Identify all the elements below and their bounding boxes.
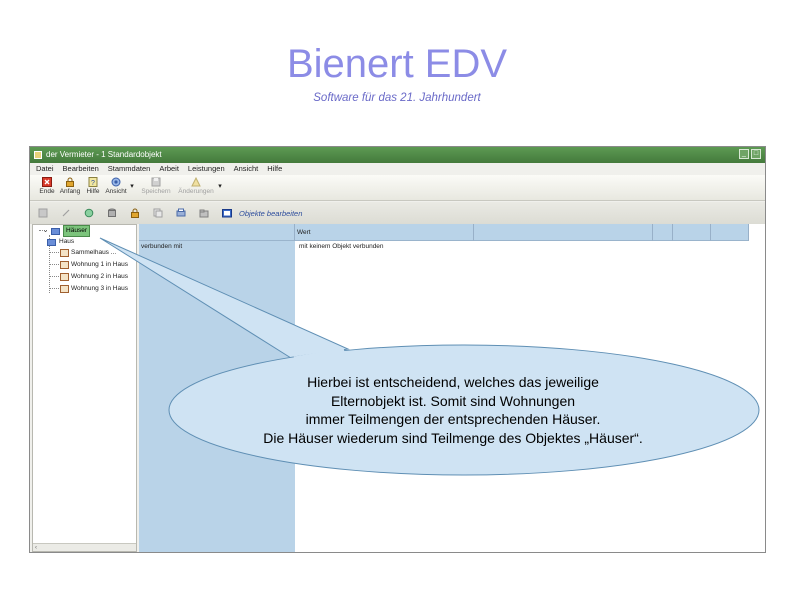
- folder-icon: [51, 227, 61, 235]
- header-cell-wert[interactable]: Wert: [295, 224, 474, 241]
- minimize-button[interactable]: _: [739, 149, 749, 159]
- main-toolbar: Ende Anfang ? Hilfe Ansicht ▾ Speichern …: [30, 175, 765, 201]
- lock-icon[interactable]: [130, 208, 140, 218]
- tree-node-label: Haus: [59, 238, 75, 245]
- save-label: Speichern: [141, 188, 171, 195]
- slide-subtitle: Software für das 21. Jahrhundert: [313, 92, 481, 104]
- changes-button[interactable]: Änderungen: [176, 175, 216, 199]
- tree-node-root[interactable]: ⌄ Häuser: [43, 225, 90, 237]
- horizontal-scrollbar[interactable]: ‹: [33, 543, 136, 551]
- refresh-icon[interactable]: [84, 208, 94, 218]
- edit-toolbar: Objekte bearbeiten: [30, 202, 765, 224]
- house-icon: [60, 285, 69, 293]
- save-changes-button[interactable]: Speichern: [136, 175, 176, 199]
- scroll-left-arrow-icon[interactable]: ‹: [35, 545, 37, 551]
- menu-ansicht[interactable]: Ansicht: [234, 163, 259, 175]
- undo-icon[interactable]: [61, 208, 71, 218]
- header-cell-name[interactable]: [139, 224, 295, 241]
- folder-icon: [47, 238, 56, 246]
- view-label: Ansicht: [105, 188, 127, 195]
- toolbar-dropdown-2[interactable]: ▾: [216, 175, 224, 199]
- menu-arbeit[interactable]: Arbeit: [159, 163, 179, 175]
- property-name: verbunden mit: [141, 243, 183, 250]
- window-title: der Vermieter - 1 Standardobjekt: [46, 150, 162, 159]
- maximize-button[interactable]: □: [751, 149, 761, 159]
- house-icon: [60, 261, 69, 269]
- edit-icon[interactable]: [222, 208, 232, 218]
- changes-icon: [191, 177, 201, 187]
- house-icon: [60, 273, 69, 281]
- folder-icon[interactable]: [199, 208, 209, 218]
- header-cell[interactable]: [474, 224, 653, 241]
- house-icon: [60, 249, 69, 257]
- changes-label: Änderungen: [178, 188, 214, 195]
- properties-grid: Wert verbunden mit mit keinem Objekt ver…: [139, 224, 765, 552]
- start-button[interactable]: Anfang: [59, 175, 81, 199]
- menu-bearbeiten[interactable]: Bearbeiten: [63, 163, 99, 175]
- svg-text:?: ?: [91, 180, 95, 187]
- tree-node-label: Häuser: [63, 225, 90, 237]
- lock-icon: [66, 177, 74, 187]
- expand-toggle-icon[interactable]: ⌄: [43, 226, 48, 236]
- tree-node-label: Wohnung 1 in Haus: [71, 261, 128, 268]
- header-cell[interactable]: [653, 224, 673, 241]
- print-icon[interactable]: [176, 208, 186, 218]
- tree-node-label: Wohnung 3 in Haus: [71, 285, 128, 292]
- slide-title: Bienert EDV: [286, 42, 508, 86]
- menu-datei[interactable]: Datei: [36, 163, 54, 175]
- menu-leistungen[interactable]: Leistungen: [188, 163, 225, 175]
- help-label: Hilfe: [86, 188, 100, 195]
- app-icon: [34, 151, 42, 159]
- save-icon[interactable]: [38, 208, 48, 218]
- tree-node-item[interactable]: Wohnung 2 in Haus: [60, 272, 128, 282]
- menu-hilfe[interactable]: Hilfe: [267, 163, 282, 175]
- save-icon: [151, 177, 161, 187]
- header-cell[interactable]: [673, 224, 711, 241]
- property-value[interactable]: mit keinem Objekt verbunden: [297, 241, 749, 252]
- object-tree[interactable]: ⌄ Häuser Haus Sammelhaus ... Wohnung 1 i…: [32, 224, 137, 552]
- view-button[interactable]: Ansicht: [105, 175, 127, 199]
- copy-icon[interactable]: [153, 208, 163, 218]
- close-icon: [42, 177, 52, 187]
- end-label: Ende: [39, 188, 55, 195]
- database-icon[interactable]: [107, 208, 117, 218]
- toolbar-dropdown-1[interactable]: ▾: [128, 175, 136, 199]
- menubar: Datei Bearbeiten Stammdaten Arbeit Leist…: [30, 163, 765, 175]
- start-label: Anfang: [59, 188, 81, 195]
- tree-node-item[interactable]: Wohnung 3 in Haus: [60, 284, 128, 294]
- tree-node-item[interactable]: Wohnung 1 in Haus: [60, 260, 128, 270]
- property-label-column: [139, 224, 295, 552]
- help-button[interactable]: ? Hilfe: [82, 175, 104, 199]
- window-titlebar[interactable]: der Vermieter - 1 Standardobjekt _ □: [30, 147, 765, 163]
- view-icon: [111, 177, 121, 187]
- end-button[interactable]: Ende: [36, 175, 58, 199]
- edit-objects-label[interactable]: Objekte bearbeiten: [239, 209, 302, 218]
- tree-node-haus[interactable]: Haus: [47, 237, 74, 247]
- menu-stammdaten[interactable]: Stammdaten: [108, 163, 151, 175]
- properties-header: Wert: [139, 224, 749, 241]
- tree-node-label: Wohnung 2 in Haus: [71, 273, 128, 280]
- header-cell[interactable]: [711, 224, 749, 241]
- app-window: der Vermieter - 1 Standardobjekt _ □ Dat…: [29, 146, 766, 553]
- help-icon: ?: [88, 177, 98, 187]
- property-row[interactable]: verbunden mit mit keinem Objekt verbunde…: [139, 241, 749, 252]
- tree-node-item[interactable]: Sammelhaus ...: [60, 248, 116, 258]
- tree-node-label: Sammelhaus ...: [71, 249, 117, 256]
